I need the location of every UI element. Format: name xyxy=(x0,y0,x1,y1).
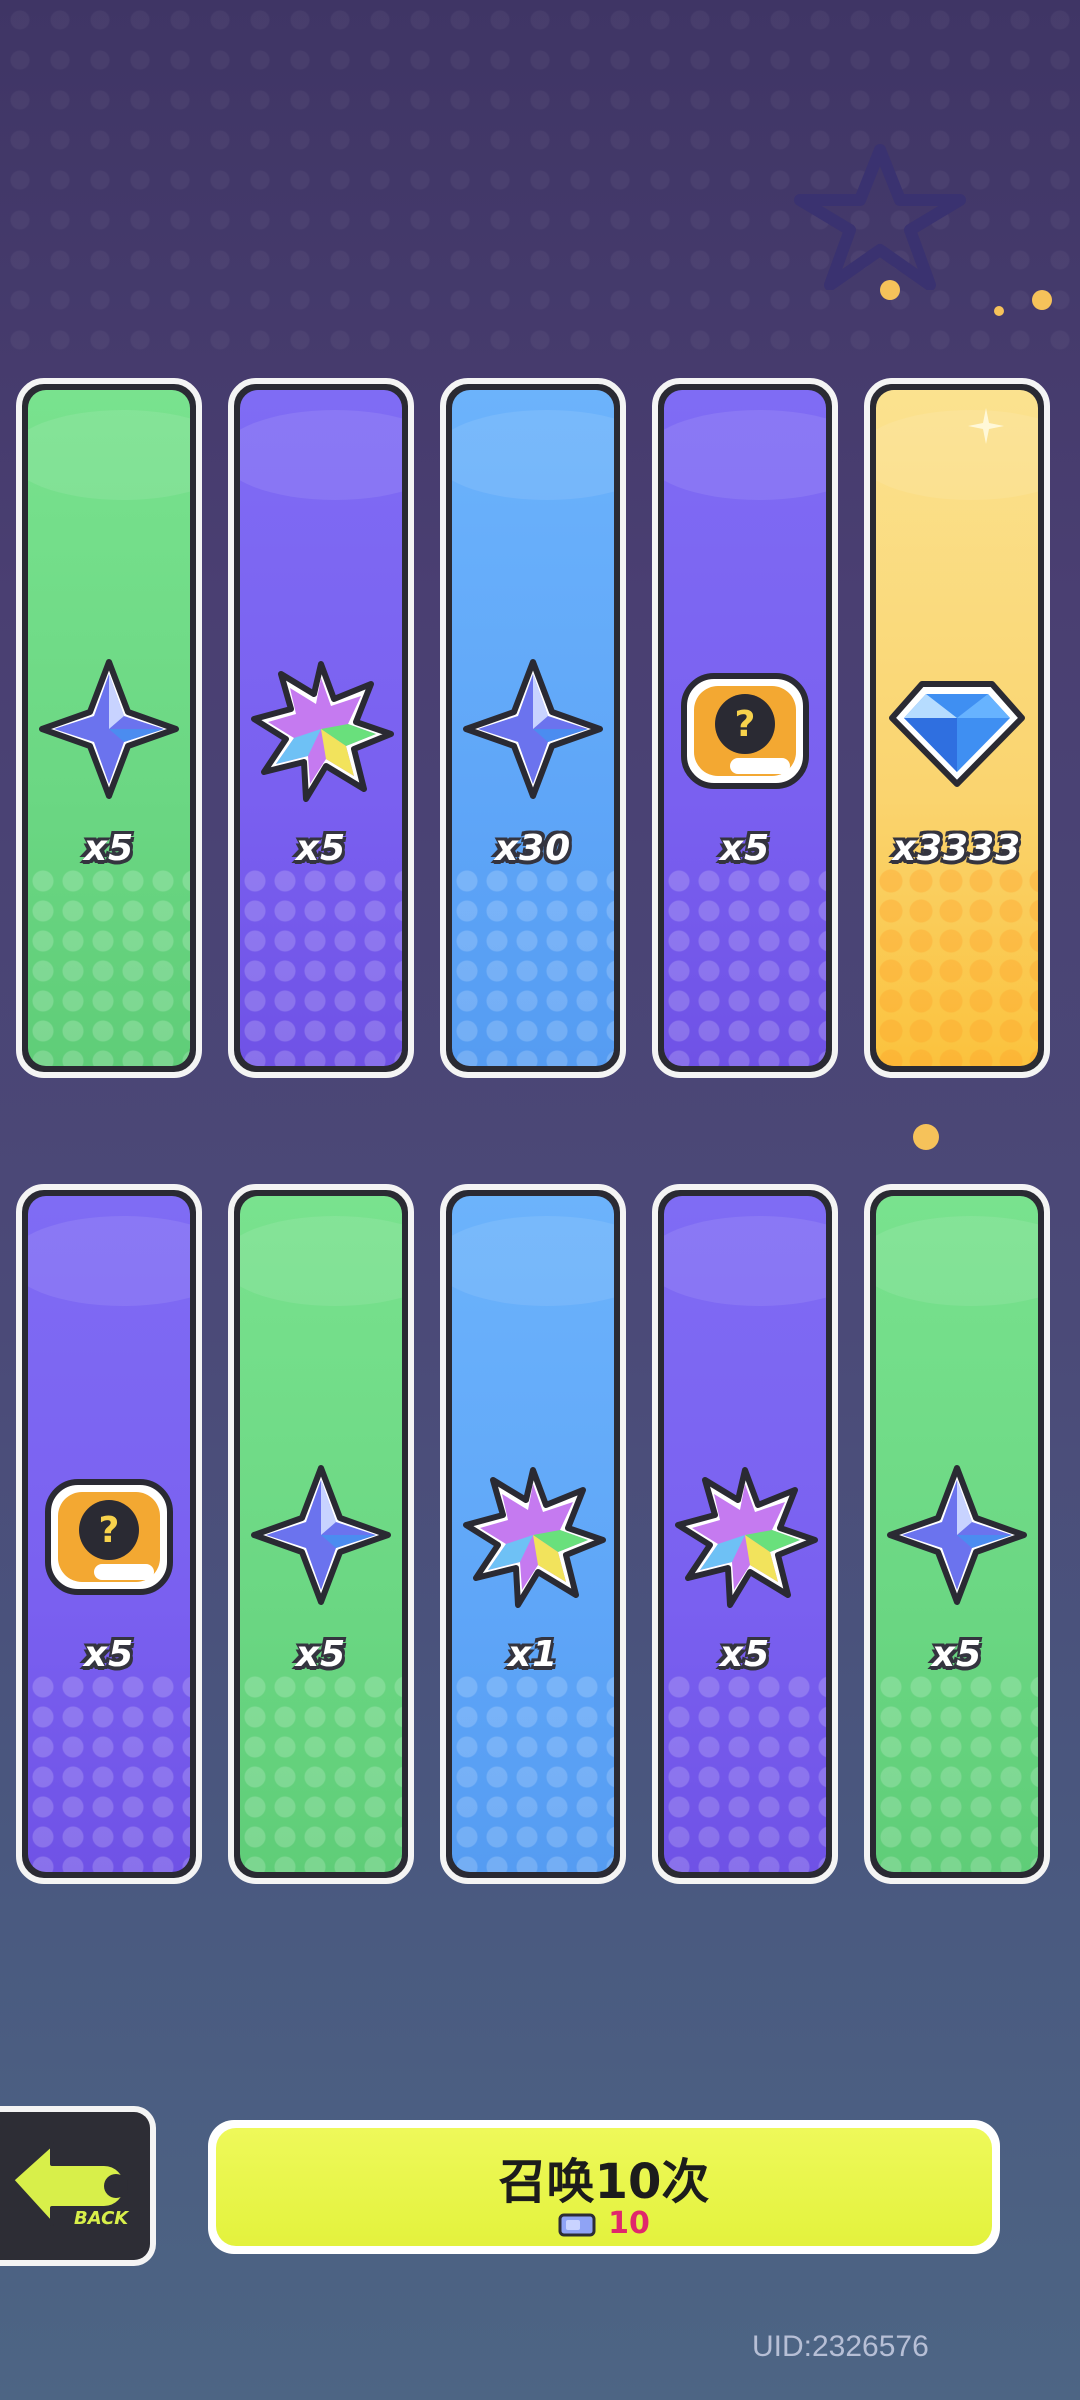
summon-cost: 10 xyxy=(216,2206,992,2241)
reward-card: x5 xyxy=(228,1184,414,1884)
reward-card: ? x5 xyxy=(16,1184,202,1884)
summon-10-button[interactable]: 召唤10次 10 xyxy=(208,2120,1000,2254)
reward-card: x3333 xyxy=(864,378,1050,1078)
star-outline-icon xyxy=(794,144,966,290)
card-background: x5 xyxy=(876,1196,1038,1872)
blue-star-icon xyxy=(251,1465,391,1605)
quantity-label: x30 xyxy=(494,828,572,869)
summon-cost-value: 10 xyxy=(608,2206,650,2241)
card-background: x3333 xyxy=(876,390,1038,1066)
diamond-icon xyxy=(889,681,1025,787)
sparkle-dot xyxy=(913,1124,939,1150)
svg-text:?: ? xyxy=(735,704,756,745)
rainbow-leaf-icon xyxy=(675,1467,818,1608)
card-background: x5 xyxy=(240,390,402,1066)
reward-card: x5 xyxy=(228,378,414,1078)
quantity-label: x5 xyxy=(719,1634,771,1675)
sparkle-dot xyxy=(880,280,900,300)
sparkle-dot xyxy=(1032,290,1052,310)
card-background: ? x5 xyxy=(28,1196,190,1872)
blue-star-icon xyxy=(887,1465,1027,1605)
card-background: x5 xyxy=(664,1196,826,1872)
quantity-label: x5 xyxy=(295,1634,347,1675)
card-background: ? x5 xyxy=(664,390,826,1066)
blue-star-icon xyxy=(463,659,603,799)
uid-label: UID:2326576 xyxy=(752,2330,929,2363)
quantity-label: x5 xyxy=(295,828,347,869)
rainbow-leaf-icon xyxy=(463,1467,606,1608)
rainbow-leaf-icon xyxy=(251,661,394,802)
mystery-badge-icon: ? xyxy=(681,673,809,789)
ticket-icon xyxy=(558,2213,596,2236)
svg-text:?: ? xyxy=(99,1510,120,1551)
quantity-label: x5 xyxy=(719,828,771,869)
quantity-label: x5 xyxy=(931,1634,983,1675)
back-label: BACK xyxy=(74,2208,129,2229)
reward-card: x5 xyxy=(864,1184,1050,1884)
quantity-label: x3333 xyxy=(892,828,1022,869)
sparkle-dot xyxy=(994,306,1004,316)
card-background: x1 xyxy=(452,1196,614,1872)
card-background: x30 xyxy=(452,390,614,1066)
back-button[interactable]: BACK xyxy=(0,2106,156,2266)
reward-card: x5 xyxy=(16,378,202,1078)
reward-card: x1 xyxy=(440,1184,626,1884)
card-background: x5 xyxy=(28,390,190,1066)
mystery-badge-icon: ? xyxy=(45,1479,173,1595)
quantity-label: x5 xyxy=(83,828,135,869)
summon-title: 召唤10次 xyxy=(498,2154,710,2210)
quantity-label: x5 xyxy=(83,1634,135,1675)
blue-star-icon xyxy=(39,659,179,799)
card-background: x5 xyxy=(240,1196,402,1872)
sparkle-icon xyxy=(968,408,1004,444)
quantity-label: x1 xyxy=(507,1634,559,1675)
reward-card: x5 xyxy=(652,1184,838,1884)
reward-card: ? x5 xyxy=(652,378,838,1078)
reward-card: x30 xyxy=(440,378,626,1078)
